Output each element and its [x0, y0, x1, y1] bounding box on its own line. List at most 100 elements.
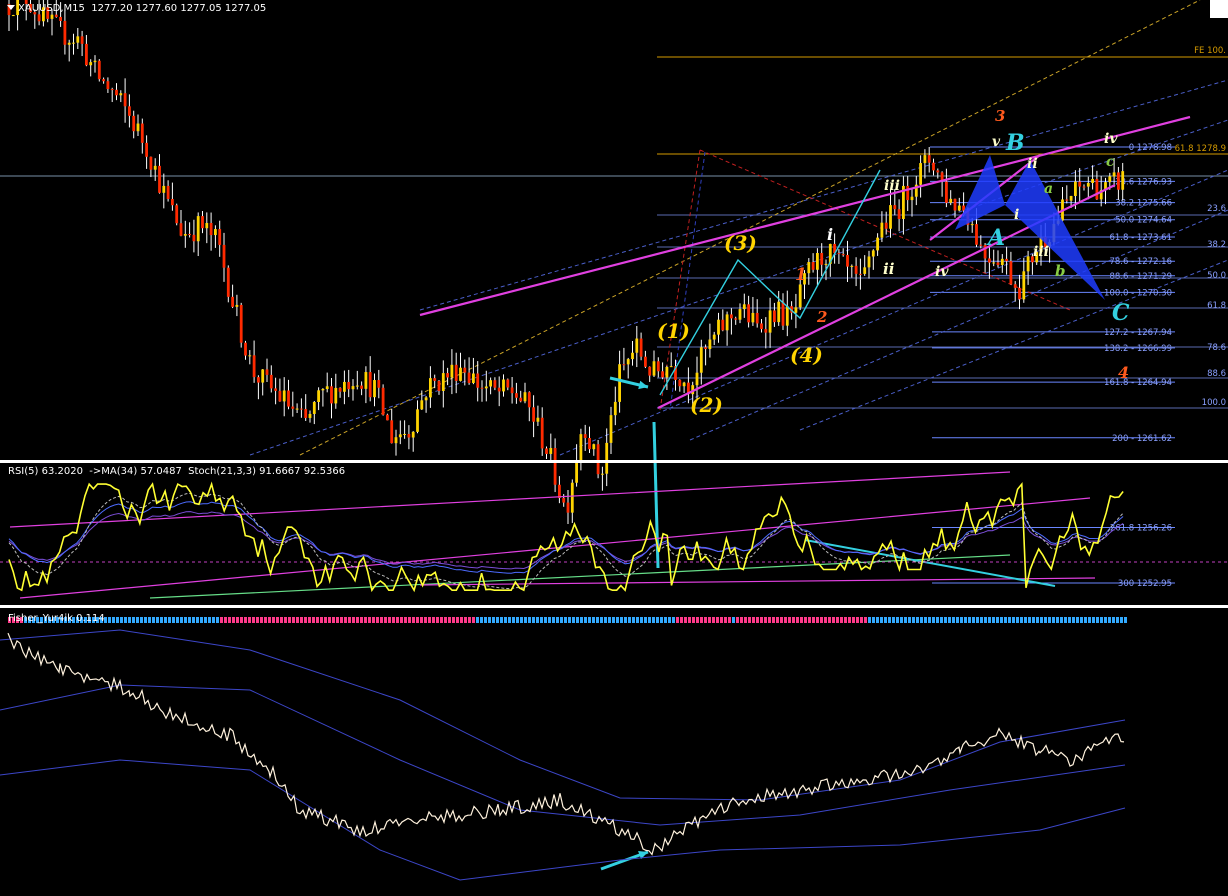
candle-bear [158, 165, 161, 193]
fisher-histogram-bar [208, 617, 211, 623]
candle-bear [54, 14, 58, 17]
fisher-lower-band [0, 759, 1126, 881]
fisher-histogram-bar [460, 617, 463, 623]
fisher-histogram-bar [864, 617, 867, 623]
fisher-histogram-bar [556, 617, 559, 623]
fisher-histogram-bar [532, 617, 535, 623]
candle-bull [919, 163, 922, 185]
candle-bear [269, 374, 273, 389]
candle-bull [970, 224, 974, 226]
fisher-histogram-bar [768, 617, 771, 623]
candle-bull [1121, 171, 1125, 190]
fisher-histogram-bar [1056, 617, 1059, 623]
candle-bear [175, 205, 179, 224]
candle-bear [244, 342, 247, 356]
stoch-main-line [8, 501, 1124, 574]
fisher-histogram-bar [188, 617, 191, 623]
candle-bull [424, 397, 428, 401]
candle-bear [927, 155, 931, 163]
candle-bull [183, 233, 187, 236]
fisher-histogram-bar [408, 617, 411, 623]
candle-bear [562, 498, 566, 503]
fisher-histogram-bar [700, 617, 703, 623]
right-scale-label: 50.0 [1207, 271, 1226, 281]
candle-bull [484, 386, 488, 389]
fisher-histogram-bar [712, 617, 715, 623]
candle-bear [661, 371, 664, 378]
candle-bull [669, 366, 673, 368]
candle-bull [1112, 172, 1116, 177]
candle-bull [613, 401, 617, 416]
candle-bear [953, 198, 957, 211]
candle-bear [257, 377, 260, 383]
fisher-histogram-bar [128, 617, 131, 623]
fisher-histogram-bar [136, 617, 139, 623]
candle-bear [755, 312, 759, 324]
candle-bull [334, 387, 338, 404]
wave-label: C [1112, 300, 1130, 326]
chart-menu-icon[interactable] [7, 5, 15, 10]
fisher-histogram-bar [644, 617, 647, 623]
fisher-histogram-bar [804, 617, 807, 623]
fisher-histogram-bar [692, 617, 695, 623]
candle-bull [570, 482, 574, 513]
candle-bear [678, 379, 682, 387]
candle-bull [136, 123, 140, 132]
wave-label: B [1005, 130, 1025, 156]
fisher-histogram-bar [228, 617, 231, 623]
candle-bear [734, 318, 738, 320]
fisher-histogram-bar [796, 617, 799, 623]
fisher-histogram-bar [616, 617, 619, 623]
fisher-histogram-bar [656, 617, 659, 623]
pane-separator-rsi[interactable] [0, 460, 1228, 463]
candle-bull [420, 400, 424, 410]
candle-bear [532, 407, 535, 422]
fisher-histogram-bar [528, 617, 531, 623]
window-control-icon[interactable] [1210, 0, 1228, 18]
candle-bull [738, 309, 742, 320]
candle-bull [682, 382, 686, 387]
fisher-histogram-bar [384, 617, 387, 623]
fisher-histogram-bar [676, 617, 679, 623]
fib-level-label: 50.0 1274.64 [1115, 216, 1172, 226]
fisher-histogram-bar [980, 617, 983, 623]
fisher-histogram-bar [364, 617, 367, 623]
fisher-histogram-bar [348, 617, 351, 623]
fisher-histogram-bar [884, 617, 887, 623]
candle-bull [411, 431, 415, 438]
candle-bull [957, 205, 961, 211]
candle-bear [583, 434, 587, 438]
candle-bear [558, 484, 561, 499]
fisher-histogram-bar [932, 617, 935, 623]
fisher-histogram-bar [340, 617, 343, 623]
fisher-histogram-bar [248, 617, 251, 623]
candle-bull [325, 386, 329, 389]
fisher-histogram-bar [276, 617, 279, 623]
fisher-histogram-bar [536, 617, 539, 623]
candle-bull [798, 284, 802, 308]
candle-bull [742, 304, 746, 310]
fisher-histogram-bar [416, 617, 419, 623]
candle-bear [433, 378, 437, 381]
candle-bear [893, 205, 897, 210]
candle-bear [996, 262, 1000, 266]
fisher-histogram-bar [972, 617, 975, 623]
fisher-histogram-bar [848, 617, 851, 623]
wave-polyline [659, 169, 881, 396]
chart-title: XAUUSD,M15 1277.20 1277.60 1277.05 1277.… [18, 3, 267, 14]
fisher-histogram-bar [572, 617, 575, 623]
fisher-histogram-bar [164, 617, 167, 623]
pane-separator-fisher[interactable] [0, 605, 1228, 608]
fisher-histogram-bar [344, 617, 347, 623]
candle-bull [605, 442, 609, 474]
candle-bull [635, 338, 639, 353]
fisher-histogram-bar [1108, 617, 1111, 623]
fisher-histogram-bar [260, 617, 263, 623]
candle-bull [618, 364, 621, 402]
chart-canvas[interactable]: 0 1278.9823.6 1276.9338.2 1275.6650.0 12… [0, 0, 1228, 896]
fisher-histogram-bar [868, 617, 871, 623]
fisher-histogram-bar [748, 617, 751, 623]
candle-bear [123, 93, 127, 107]
candle-bull [373, 380, 376, 398]
fisher-histogram-bar [708, 617, 711, 623]
